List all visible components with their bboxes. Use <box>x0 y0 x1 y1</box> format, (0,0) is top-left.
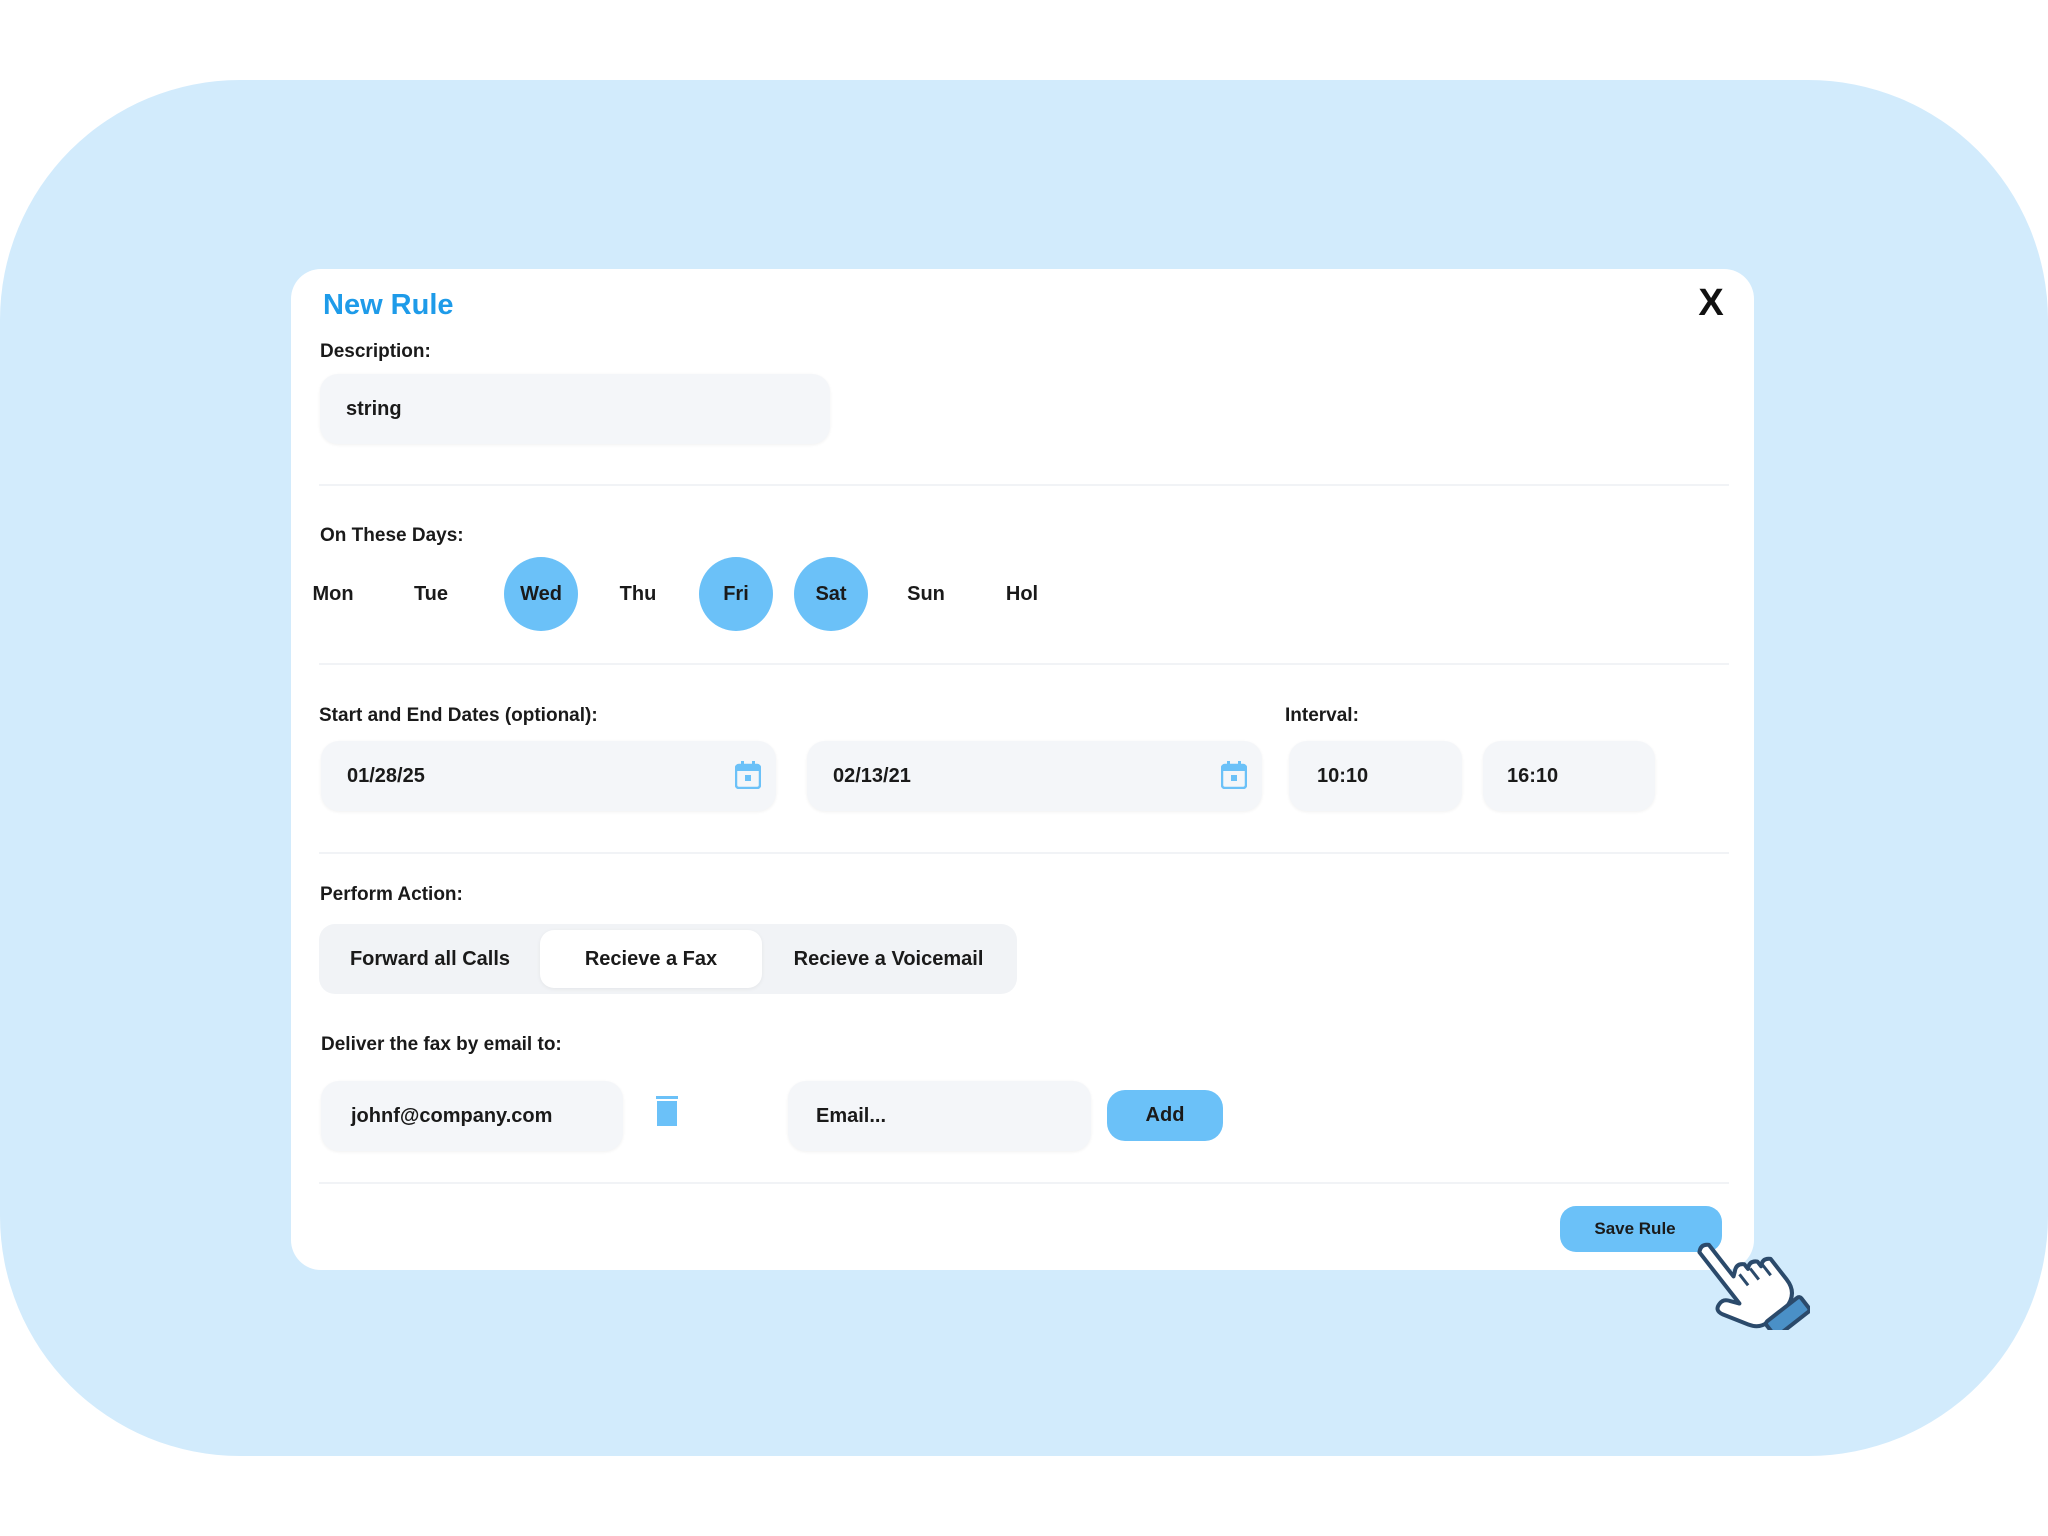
interval-to-value: 16:10 <box>1507 764 1559 787</box>
dates-label: Start and End Dates (optional): <box>319 705 598 726</box>
interval-from-field[interactable]: 10:10 <box>1289 741 1462 811</box>
calendar-icon[interactable] <box>1221 761 1247 789</box>
recipient-email-value: johnf@company.com <box>351 1104 553 1127</box>
hand-pointer-icon <box>1697 1242 1810 1330</box>
description-field[interactable]: string <box>320 374 830 444</box>
divider <box>319 663 1729 665</box>
interval-from-value: 10:10 <box>1317 764 1369 787</box>
day-fri[interactable]: Fri <box>699 557 773 631</box>
action-segmented-control: Forward all Calls Recieve a Fax Recieve … <box>319 924 1017 994</box>
close-button[interactable]: X <box>1691 281 1731 325</box>
start-date-value: 01/28/25 <box>347 764 425 787</box>
action-forward-all-calls[interactable]: Forward all Calls <box>325 930 535 988</box>
days-label: On These Days: <box>320 525 464 546</box>
delivery-label: Deliver the fax by email to: <box>321 1034 562 1055</box>
recipient-email-field[interactable]: johnf@company.com <box>321 1081 623 1151</box>
day-wed[interactable]: Wed <box>504 557 578 631</box>
day-sun[interactable]: Sun <box>889 557 963 631</box>
trash-icon[interactable] <box>656 1096 678 1126</box>
add-email-input[interactable]: Email... <box>788 1081 1091 1151</box>
start-date-field[interactable]: 01/28/25 <box>321 741 776 811</box>
end-date-value: 02/13/21 <box>833 764 911 787</box>
day-tue[interactable]: Tue <box>394 557 468 631</box>
day-sat[interactable]: Sat <box>794 557 868 631</box>
divider <box>319 1182 1729 1184</box>
action-recieve-a-voicemail[interactable]: Recieve a Voicemail <box>766 930 1011 988</box>
interval-label: Interval: <box>1285 705 1359 726</box>
dialog-title: New Rule <box>323 289 454 321</box>
divider <box>319 484 1729 486</box>
end-date-field[interactable]: 02/13/21 <box>807 741 1262 811</box>
add-email-button[interactable]: Add <box>1107 1090 1223 1141</box>
add-email-placeholder: Email... <box>816 1104 887 1127</box>
day-mon[interactable]: Mon <box>296 557 370 631</box>
new-rule-dialog: New Rule X Description: string On These … <box>291 269 1754 1270</box>
divider <box>319 852 1729 854</box>
description-value: string <box>346 397 402 420</box>
action-recieve-a-fax[interactable]: Recieve a Fax <box>540 930 762 988</box>
interval-to-field[interactable]: 16:10 <box>1483 741 1655 811</box>
day-hol[interactable]: Hol <box>985 557 1059 631</box>
action-label: Perform Action: <box>320 884 463 905</box>
day-thu[interactable]: Thu <box>601 557 675 631</box>
calendar-icon[interactable] <box>735 761 761 789</box>
description-label: Description: <box>320 341 431 362</box>
